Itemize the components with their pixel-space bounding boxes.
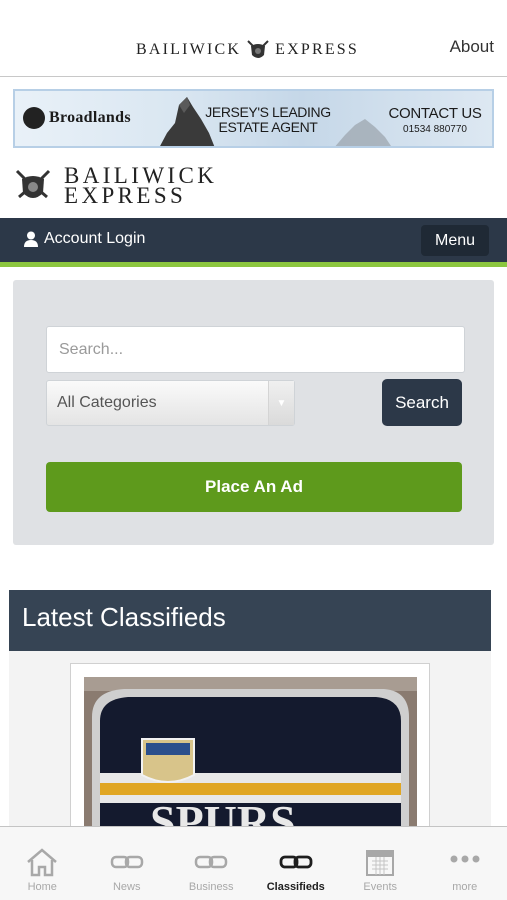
tab-business-label: Business <box>188 881 234 893</box>
crest-icon <box>15 169 51 199</box>
top-nav-bar: BAILIWICK EXPRESS About <box>0 0 507 77</box>
ad-banner[interactable]: Broadlands JERSEY'S LEADING ESTATE AGENT… <box>13 89 494 148</box>
category-select-value: All Categories <box>57 394 157 411</box>
category-select[interactable]: All Categories ▼ <box>46 380 295 426</box>
account-login-link[interactable]: Account Login <box>24 230 145 248</box>
account-login-label: Account Login <box>44 230 146 247</box>
about-link[interactable]: About <box>450 37 494 57</box>
tab-home-label: Home <box>27 881 57 893</box>
link-icon <box>279 855 313 869</box>
tab-classifieds[interactable]: Classifieds <box>254 827 339 900</box>
latest-classifieds-header: Latest Classifieds <box>9 590 491 651</box>
link-icon <box>195 855 228 869</box>
home-icon <box>27 848 58 877</box>
ad-advertiser-logo: Broadlands <box>23 107 131 129</box>
calendar-icon <box>366 850 395 876</box>
place-ad-button[interactable]: Place An Ad <box>46 462 462 512</box>
tab-business[interactable]: Business <box>169 827 254 900</box>
search-button[interactable]: Search <box>382 379 462 426</box>
tab-more[interactable]: more <box>423 827 507 900</box>
header-brand-right: EXPRESS <box>275 41 359 58</box>
site-logo[interactable]: BAILIWICK EXPRESS <box>14 164 217 208</box>
ad-phone: 01534 880770 <box>403 124 467 135</box>
listing-card[interactable]: SPURS <box>70 663 430 833</box>
header-brand-left: BAILIWICK <box>136 41 242 58</box>
site-logo-line2: EXPRESS <box>64 183 187 208</box>
classifieds-search-panel: All Categories ▼ Search Place An Ad <box>13 280 494 545</box>
advertiser-emblem-icon <box>23 107 45 129</box>
tab-more-label: more <box>452 881 478 893</box>
tab-news[interactable]: News <box>85 827 170 900</box>
site-logo-text: BAILIWICK EXPRESS <box>64 164 217 208</box>
tab-events-label: Events <box>363 881 398 893</box>
latest-classifieds-title: Latest Classifieds <box>22 602 226 632</box>
tab-classifieds-label: Classifieds <box>266 881 325 893</box>
tab-news-label: News <box>112 881 141 893</box>
tab-home[interactable]: Home <box>0 827 85 900</box>
chevron-down-icon: ▼ <box>268 381 294 425</box>
ad-contact: CONTACT US 01534 880770 <box>383 105 487 135</box>
ad-tagline: JERSEY'S LEADING ESTATE AGENT <box>203 105 333 135</box>
search-input[interactable] <box>46 326 465 373</box>
account-bar: Account Login Menu <box>0 218 507 267</box>
user-icon <box>24 231 38 247</box>
header-brand[interactable]: BAILIWICK EXPRESS <box>136 36 359 64</box>
ad-tagline-line2: ESTATE AGENT <box>218 119 318 135</box>
menu-button[interactable]: Menu <box>421 225 489 256</box>
bottom-tab-bar: Home News Business Classifieds Events mo… <box>0 826 507 900</box>
ad-tagline-line1: JERSEY'S LEADING <box>205 104 331 120</box>
listing-photo[interactable]: SPURS <box>84 677 417 833</box>
ad-contact-label: CONTACT US <box>388 105 482 122</box>
tab-events[interactable]: Events <box>338 827 423 900</box>
ad-advertiser-name: Broadlands <box>49 109 131 126</box>
more-dots-icon <box>450 855 480 863</box>
link-icon <box>110 855 143 869</box>
crest-icon <box>247 40 269 58</box>
